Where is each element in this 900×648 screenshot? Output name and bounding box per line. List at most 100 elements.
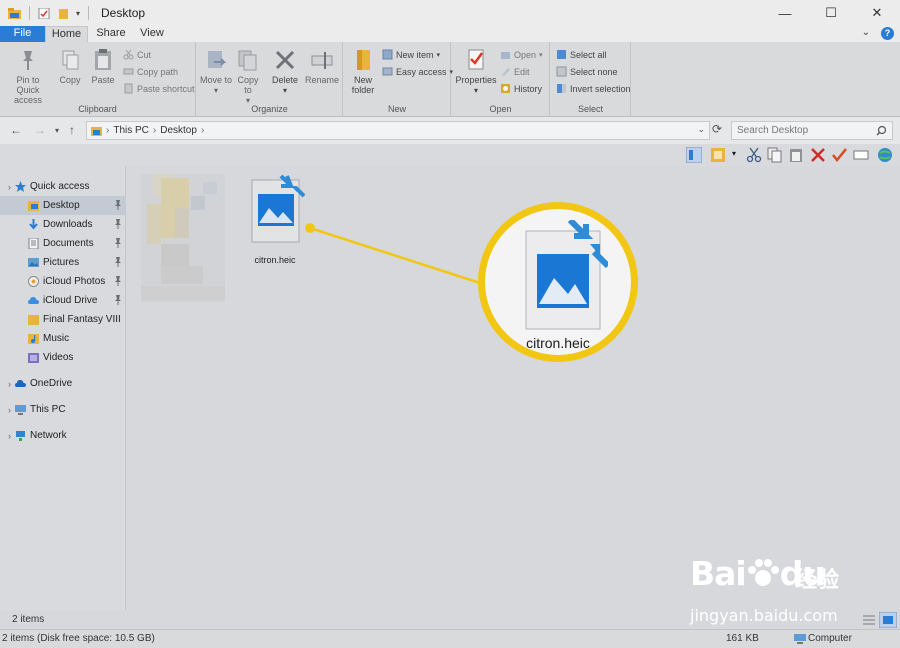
sidebar-item-videos[interactable]: Videos [0, 348, 126, 367]
copy-to-button[interactable]: Copy to ▾ [233, 48, 263, 106]
secondary-toolbar: ▾ [0, 144, 900, 166]
up-arrow-icon[interactable]: ↑ [69, 123, 75, 137]
new-group-label: New [387, 104, 406, 114]
select-none-button[interactable]: Select none [556, 66, 618, 77]
new-item-icon [382, 49, 393, 60]
easy-access-icon [382, 67, 393, 76]
copy-icon[interactable] [767, 147, 783, 163]
chevron-down-icon[interactable]: ⌄ [697, 124, 705, 135]
cut-button[interactable]: Cut [123, 49, 151, 60]
history-button[interactable]: History [500, 83, 542, 94]
maximize-button[interactable]: ☐ [808, 0, 854, 26]
sidebar-item-quick-access[interactable]: › Quick access [0, 177, 126, 196]
sidebar-item-label: Music [43, 333, 70, 344]
sidebar-item-pictures[interactable]: Pictures [0, 253, 126, 272]
sidebar-item-desktop[interactable]: Desktop [0, 196, 126, 215]
delete-x-icon[interactable] [810, 147, 826, 163]
address-bar-row: ← → ▾ ↑ › This PC › Desktop › ⌄ ⟳ Search… [0, 117, 900, 144]
properties-label: Properties [455, 75, 497, 85]
sidebar-item-label: This PC [30, 404, 66, 415]
address-field[interactable]: › This PC › Desktop › ⌄ [86, 121, 710, 140]
videos-icon [28, 353, 39, 363]
new-folder-icon[interactable] [57, 8, 70, 19]
pictures-icon [28, 258, 39, 267]
blurred-file-thumbnail[interactable] [141, 174, 225, 302]
new-folder-label: New folder [351, 75, 375, 95]
globe-icon[interactable] [877, 147, 893, 163]
clipboard-group-label: Clipboard [78, 104, 117, 114]
sidebar-item-final-fantasy-viii[interactable]: Final Fantasy VIII [0, 310, 126, 329]
copy-button[interactable]: Copy [56, 48, 84, 85]
invert-selection-button[interactable]: Invert selection [556, 83, 631, 94]
file-citron-heic[interactable]: citron.heic [245, 172, 306, 265]
ribbon-tabs: File Home Share View ⌄ ? [0, 26, 900, 42]
tab-share[interactable]: Share [90, 26, 132, 42]
minimize-button[interactable]: — [762, 0, 808, 26]
rename-button[interactable]: Rename [304, 48, 340, 85]
chevron-down-icon[interactable]: ▾ [76, 9, 80, 18]
sidebar-item-icloud-drive[interactable]: iCloud Drive [0, 291, 126, 310]
sidebar-item-label: Downloads [43, 219, 93, 230]
sidebar-item-icloud-photos[interactable]: iCloud Photos [0, 272, 126, 291]
refresh-icon[interactable]: ⟳ [712, 122, 722, 136]
edit-button[interactable]: Edit [500, 66, 530, 77]
sidebar-item-network[interactable]: › Network [0, 426, 126, 445]
chevron-down-icon[interactable]: ▾ [732, 149, 736, 158]
copy-path-button[interactable]: Copy path [123, 66, 178, 77]
easy-access-button[interactable]: Easy access ▾ [382, 66, 453, 77]
checkmark-icon[interactable] [831, 147, 847, 163]
sidebar-item-label: iCloud Photos [43, 276, 106, 287]
scissors-icon[interactable] [746, 147, 762, 163]
move-to-button[interactable]: Move to ▾ [200, 48, 232, 96]
close-button[interactable]: ✕ [854, 0, 900, 26]
sidebar-item-downloads[interactable]: Downloads [0, 215, 126, 234]
edit-icon [502, 68, 510, 76]
scissors-icon [123, 49, 134, 60]
pin-icon [115, 295, 121, 305]
new-folder-button[interactable]: New folder [348, 48, 378, 95]
properties-button[interactable]: Properties ▾ [455, 48, 497, 96]
select-none-label: Select none [570, 66, 618, 77]
breadcrumb-desktop[interactable]: Desktop [160, 125, 197, 136]
paste-icon[interactable] [788, 147, 804, 163]
sidebar-item-onedrive[interactable]: › OneDrive [0, 374, 126, 393]
icloud-photos-icon [28, 276, 39, 287]
forward-arrow-icon[interactable]: → [34, 123, 46, 137]
sidebar-item-documents[interactable]: Documents [0, 234, 126, 253]
help-icon[interactable]: ? [881, 27, 894, 40]
properties-icon[interactable] [38, 7, 51, 19]
open-icon [501, 52, 510, 59]
music-icon [28, 334, 39, 344]
sidebar-item-music[interactable]: Music [0, 329, 126, 348]
sidebar-item-this-pc[interactable]: › This PC [0, 400, 126, 419]
watermark-cn: 经验 [795, 567, 840, 592]
delete-button[interactable]: Delete ▾ [268, 48, 302, 96]
preview-pane-icon[interactable] [686, 147, 702, 163]
selection-size: 161 KB [726, 633, 759, 644]
sidebar-item-label: Desktop [43, 200, 80, 211]
rename-icon[interactable] [853, 147, 869, 163]
search-input[interactable]: Search Desktop [731, 121, 893, 140]
chevron-right-icon: › [152, 125, 157, 136]
chevron-down-icon[interactable]: ⌄ [862, 27, 870, 38]
properties-icon [468, 49, 484, 70]
pin-icon [115, 276, 121, 286]
new-item-button[interactable]: New item ▾ [382, 49, 440, 60]
open-button[interactable]: Open ▾ [500, 49, 543, 60]
recent-locations-chevron-icon[interactable]: ▾ [55, 126, 59, 135]
layout-icon[interactable] [710, 147, 726, 163]
tab-file[interactable]: File [0, 26, 45, 42]
rename-label: Rename [304, 75, 340, 85]
back-arrow-icon[interactable]: ← [10, 123, 22, 137]
select-group-label: Select [577, 104, 603, 114]
paste-button[interactable]: Paste [88, 48, 118, 85]
breadcrumb-this-pc[interactable]: This PC [113, 125, 149, 136]
desktop-folder-icon [91, 126, 102, 136]
paste-shortcut-button[interactable]: Paste shortcut [123, 83, 195, 94]
tab-home[interactable]: Home [45, 26, 88, 42]
new-item-label: New item [396, 49, 434, 60]
pin-to-quick-access-button[interactable]: Pin to Quick access [4, 48, 52, 105]
pin-icon [115, 219, 121, 229]
tab-view[interactable]: View [132, 26, 172, 42]
select-all-button[interactable]: Select all [556, 49, 607, 60]
